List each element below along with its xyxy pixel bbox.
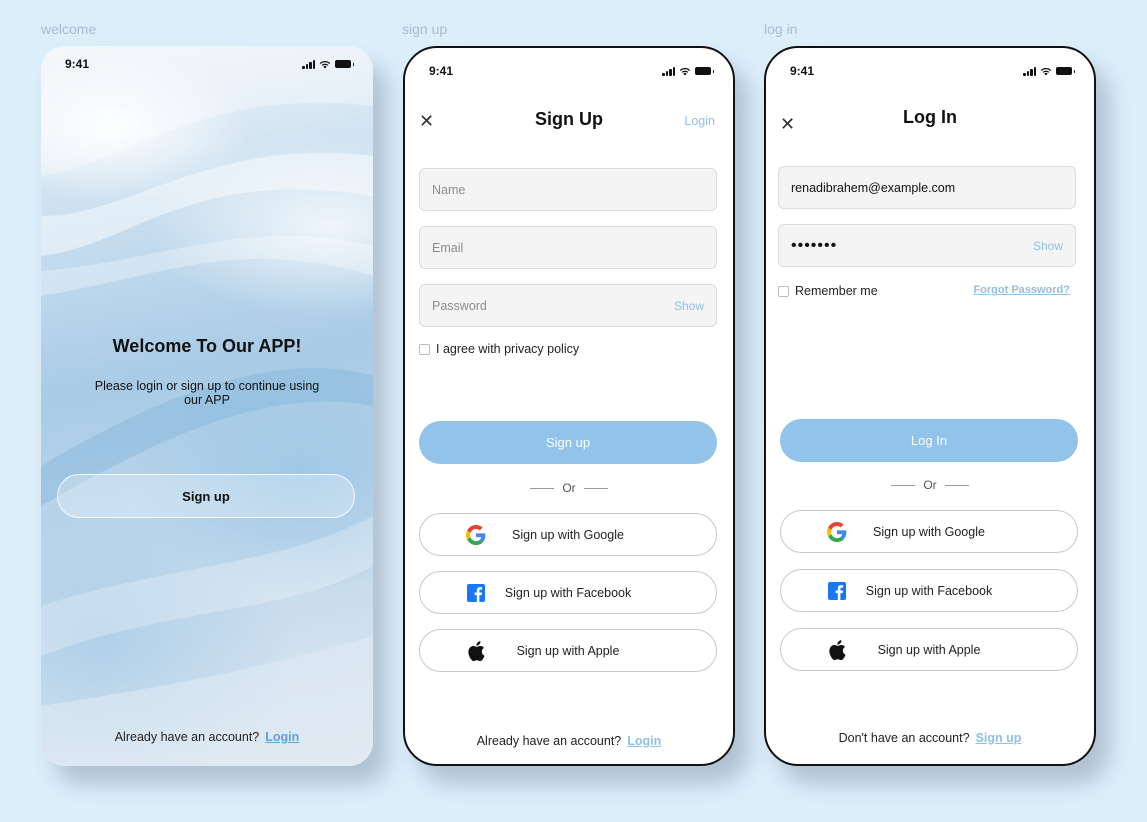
google-icon xyxy=(464,523,488,547)
welcome-footer-text: Already have an account? xyxy=(114,730,260,744)
google-signup-button[interactable]: Sign up with Google xyxy=(419,513,717,556)
welcome-subtitle: Please login or sign up to continue usin… xyxy=(94,379,320,407)
facebook-icon xyxy=(825,579,849,603)
login-footer: Don't have an account? Sign up xyxy=(766,731,1094,745)
privacy-label: I agree with privacy policy xyxy=(436,342,580,356)
wifi-icon xyxy=(319,60,331,68)
privacy-row: I agree with privacy policy xyxy=(419,342,579,356)
wifi-icon xyxy=(679,67,691,75)
show-password-button[interactable]: Show xyxy=(674,299,704,313)
login-password-value: ••••••• xyxy=(791,236,838,254)
welcome-login-link[interactable]: Login xyxy=(265,730,299,744)
password-placeholder: Password xyxy=(432,298,487,313)
login-screen: 9:41 ✕ Log In renadibrahem@example.com •… xyxy=(764,46,1096,766)
status-time: 9:41 xyxy=(429,64,454,78)
remember-checkbox[interactable] xyxy=(778,285,789,297)
name-field[interactable]: Name xyxy=(419,168,717,211)
status-bar: 9:41 xyxy=(766,64,1094,78)
signup-screen: 9:41 ✕ Sign Up Login Name Email Password… xyxy=(403,46,735,766)
email-placeholder: Email xyxy=(432,240,464,255)
status-time: 9:41 xyxy=(790,64,815,78)
remember-row: Remember me xyxy=(778,284,878,298)
signup-footer-login-link[interactable]: Login xyxy=(627,734,661,748)
apple-signup-button[interactable]: Sign up with Apple xyxy=(419,629,717,672)
signup-submit-button[interactable]: Sign up xyxy=(419,421,717,464)
welcome-title: Welcome To Our APP! xyxy=(112,336,302,356)
wifi-icon xyxy=(1040,67,1052,75)
signal-icon xyxy=(1023,66,1036,76)
screen-label-welcome: welcome xyxy=(41,21,97,37)
apple-icon xyxy=(464,639,488,663)
signal-icon xyxy=(302,59,315,69)
welcome-footer: Already have an account? Login xyxy=(41,730,373,744)
or-divider: Or xyxy=(405,481,733,495)
status-bar: 9:41 xyxy=(41,57,373,71)
welcome-screen: 9:41 Welcome To Our APP! Please login or… xyxy=(41,46,373,766)
facebook-login-label: Sign up with Facebook xyxy=(865,583,993,598)
google-login-label: Sign up with Google xyxy=(873,524,985,539)
screen-label-login: log in xyxy=(764,21,798,37)
google-signup-label: Sign up with Google xyxy=(512,527,624,542)
or-text: Or xyxy=(562,481,576,495)
login-password-field[interactable]: ••••••• Show xyxy=(778,224,1076,267)
remember-label: Remember me xyxy=(795,284,878,298)
status-bar: 9:41 xyxy=(405,64,733,78)
login-footer-text: Don't have an account? xyxy=(838,731,970,745)
google-login-button[interactable]: Sign up with Google xyxy=(780,510,1078,553)
email-field[interactable]: Email xyxy=(419,226,717,269)
signal-icon xyxy=(662,66,675,76)
facebook-login-button[interactable]: Sign up with Facebook xyxy=(780,569,1078,612)
apple-login-label: Sign up with Apple xyxy=(877,642,981,657)
battery-icon xyxy=(695,67,714,75)
welcome-signup-button[interactable]: Sign up xyxy=(57,474,355,518)
apple-login-button[interactable]: Sign up with Apple xyxy=(780,628,1078,671)
google-icon xyxy=(825,520,849,544)
or-text: Or xyxy=(923,478,937,492)
apple-icon xyxy=(825,638,849,662)
login-email-value: renadibrahem@example.com xyxy=(791,180,956,195)
login-title: Log In xyxy=(903,107,957,127)
password-field[interactable]: Password Show xyxy=(419,284,717,327)
apple-signup-label: Sign up with Apple xyxy=(516,643,620,658)
screen-label-signup: sign up xyxy=(402,21,448,37)
status-time: 9:41 xyxy=(65,57,90,71)
name-placeholder: Name xyxy=(432,182,466,197)
battery-icon xyxy=(335,60,354,68)
login-show-password-button[interactable]: Show xyxy=(1033,239,1063,253)
forgot-password-link[interactable]: Forgot Password? xyxy=(973,284,1070,296)
or-divider: Or xyxy=(766,478,1094,492)
login-submit-button[interactable]: Log In xyxy=(780,419,1078,462)
signup-footer: Already have an account? Login xyxy=(405,734,733,748)
facebook-icon xyxy=(464,581,488,605)
signup-login-link[interactable]: Login xyxy=(684,114,715,128)
privacy-checkbox[interactable] xyxy=(419,343,430,355)
facebook-signup-label: Sign up with Facebook xyxy=(504,585,632,600)
signup-footer-text: Already have an account? xyxy=(476,734,622,748)
login-email-field[interactable]: renadibrahem@example.com xyxy=(778,166,1076,209)
login-footer-signup-link[interactable]: Sign up xyxy=(976,731,1022,745)
battery-icon xyxy=(1056,67,1075,75)
facebook-signup-button[interactable]: Sign up with Facebook xyxy=(419,571,717,614)
